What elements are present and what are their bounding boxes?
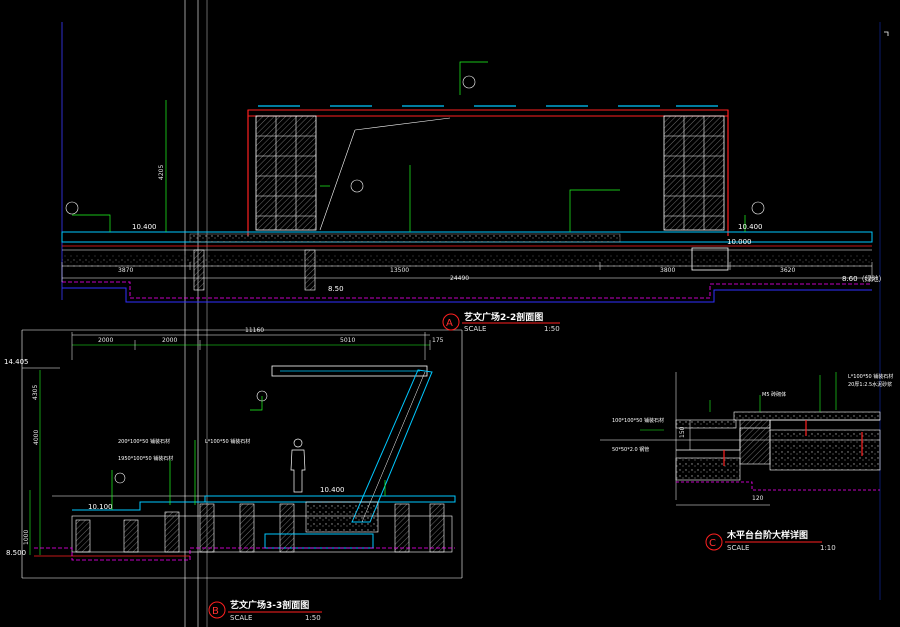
scale-figure-icon xyxy=(290,438,306,493)
section-c-title-block: C 木平台台阶大样详图 SCALE 1:10 xyxy=(705,529,836,552)
section-b-note-3: 1950*100*50 铺装石材 xyxy=(118,455,173,462)
section-c-note-5: M5 砖砌体 xyxy=(762,391,786,398)
section-a-drawing xyxy=(61,61,873,303)
section-b-height-1: 4305 xyxy=(32,385,39,400)
section-b-dim-3: 5010 xyxy=(340,337,355,344)
section-b-scale-label: SCALE xyxy=(230,614,252,622)
section-b-dim-total: 11160 xyxy=(245,327,264,334)
section-a-labels: 3870 13500 3800 3620 24490 10.400 10.400… xyxy=(118,165,886,293)
section-b-note-2: L*100*50 铺装石材 xyxy=(205,438,250,445)
section-b-level-3: 10.400 xyxy=(320,486,345,494)
section-a-level-2: 10.400 xyxy=(738,223,763,231)
section-a-dim-total: 24490 xyxy=(450,275,469,282)
section-a-marker: A xyxy=(446,318,453,329)
section-b-dim-4: 175 xyxy=(432,337,444,344)
section-a-height: 4205 xyxy=(158,165,165,180)
section-b-dim-1: 2000 xyxy=(98,337,113,344)
section-a-dim-3: 3800 xyxy=(660,267,675,274)
section-c-dim-1: 120 xyxy=(752,495,764,502)
section-b-title-block: B 艺文广场3-3剖面图 SCALE 1:50 xyxy=(208,599,322,622)
section-a-scale-value: 1:50 xyxy=(544,325,560,333)
section-a-level-5: 8.60（绿地） xyxy=(842,274,886,283)
section-c-note-2: 50*50*2.0 钢管 xyxy=(612,446,649,453)
section-b-height-3: 1000 xyxy=(23,530,30,545)
section-a-level-4: 8.50 xyxy=(328,285,344,293)
section-c-note-3: L*100*50 铺装石材 xyxy=(848,373,893,380)
section-a-level-3: 10.000 xyxy=(727,238,752,246)
section-c-note-4: 20厚1:2.5水泥砂浆 xyxy=(848,381,892,388)
section-b-note-1: 200*100*50 铺装石材 xyxy=(118,438,170,445)
section-c-note-1: 100*100*50 铺装石材 xyxy=(612,417,664,424)
section-b-height-2: 4000 xyxy=(33,430,40,445)
section-b-level-1: 14.405 xyxy=(4,358,29,366)
section-b-level-2: 10.100 xyxy=(88,503,113,511)
section-c-drawing xyxy=(600,372,881,506)
section-c-scale-value: 1:10 xyxy=(820,544,836,552)
section-b-marker: B xyxy=(212,606,219,617)
section-c-title: 木平台台阶大样详图 xyxy=(726,529,808,541)
section-c-scale-label: SCALE xyxy=(727,544,749,552)
section-b-level-4: 8.500 xyxy=(6,549,26,557)
section-b-scale-value: 1:50 xyxy=(305,614,321,622)
section-c-marker: C xyxy=(709,538,716,549)
section-a-level-1: 10.400 xyxy=(132,223,157,231)
section-a-dim-2: 13500 xyxy=(390,267,409,274)
section-b-drawing xyxy=(22,332,456,561)
section-a-scale-label: SCALE xyxy=(464,325,486,333)
section-b-title: 艺文广场3-3剖面图 xyxy=(230,599,309,611)
section-a-dim-1: 3870 xyxy=(118,267,133,274)
section-b-dim-2: 2000 xyxy=(162,337,177,344)
section-a-title: 艺文广场2-2剖面图 xyxy=(464,311,543,323)
section-a-dim-4: 3620 xyxy=(780,267,795,274)
section-c-dim-2: 150 xyxy=(679,426,686,438)
cad-drawing-canvas: 3870 13500 3800 3620 24490 10.400 10.400… xyxy=(4,0,893,627)
